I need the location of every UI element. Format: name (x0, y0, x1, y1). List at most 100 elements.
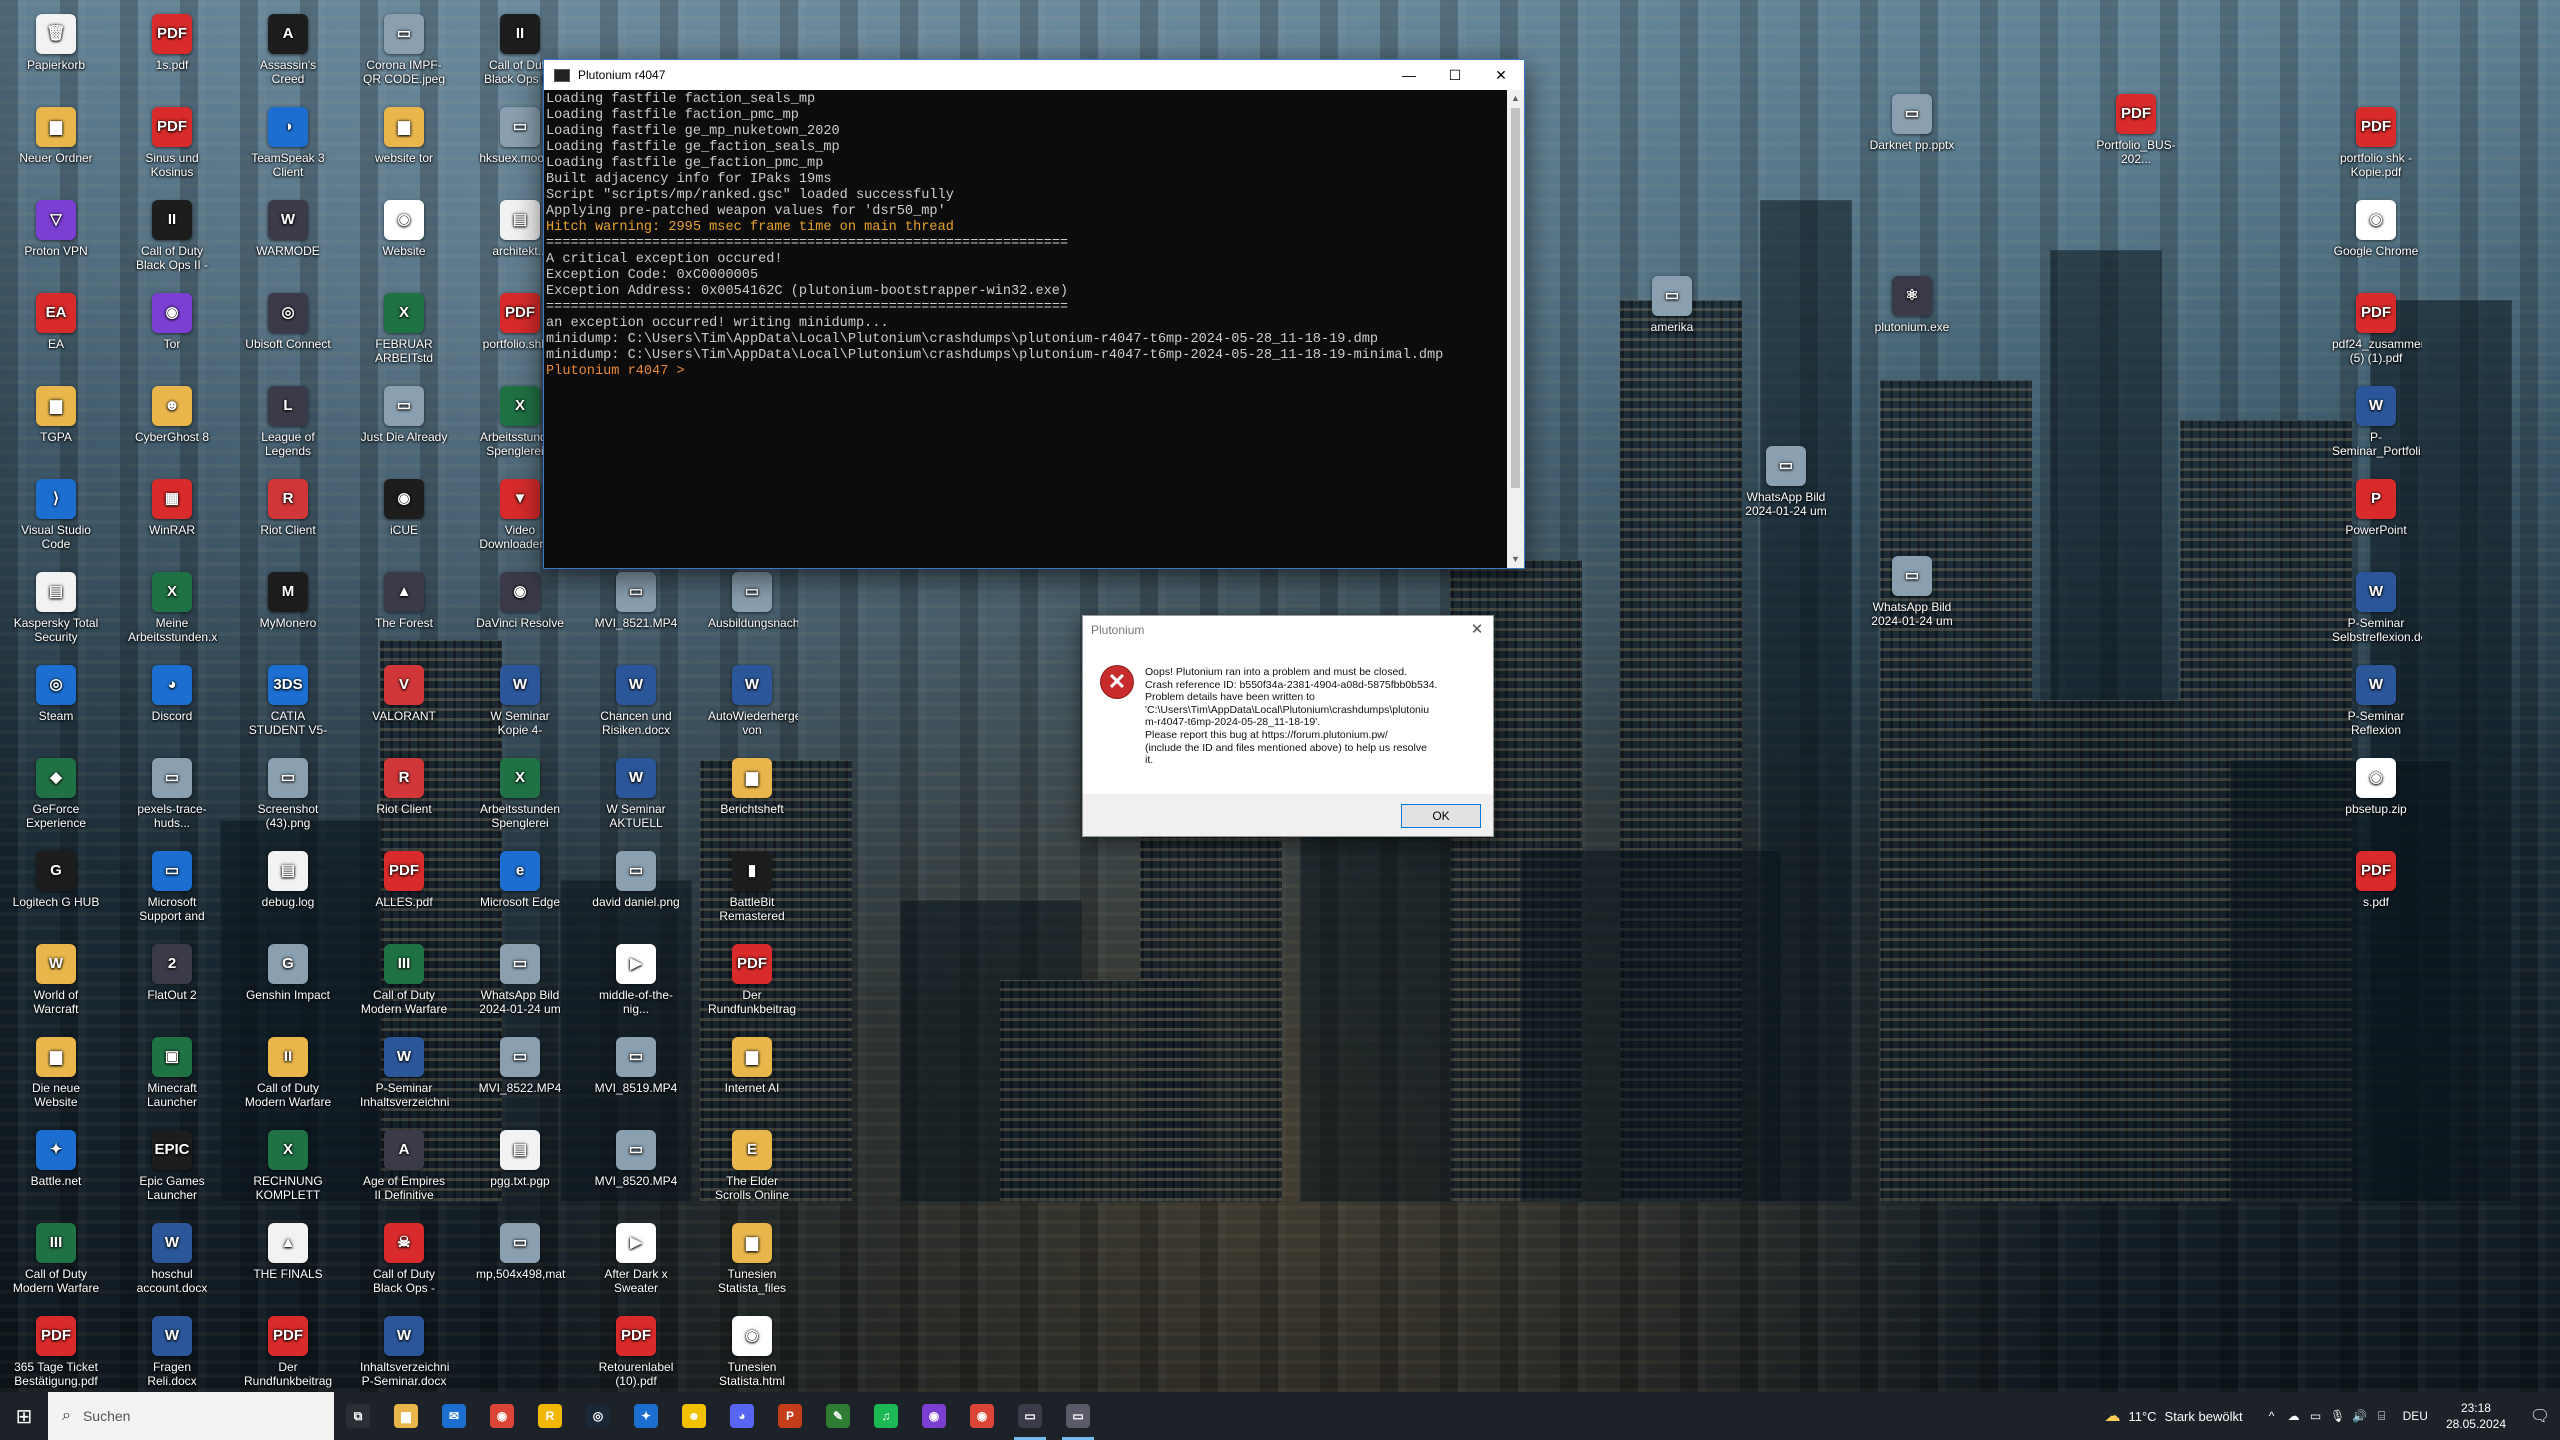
desktop-icon[interactable]: ▆ website tor (358, 101, 450, 193)
desktop-icon[interactable]: ▭ WhatsApp Bild 2024-01-24 um ... (1740, 440, 1832, 532)
onedrive-icon[interactable]: ☁ (2283, 1409, 2305, 1423)
desktop-icon[interactable]: III Call of Duty Modern Warfare 3 - Multi… (10, 1217, 102, 1309)
desktop-icon[interactable]: PDF Der Rundfunkbeitrag Anfrage auf Aufsc… (242, 1310, 334, 1402)
desktop-icon[interactable]: ▮ BattleBit Remastered (706, 845, 798, 937)
desktop-icon[interactable]: A Assassin's Creed Syndicate (242, 8, 334, 100)
desktop-icon[interactable]: ▭ Ausbildungsnachw... (706, 566, 798, 658)
desktop-icon[interactable]: ▆ Berichtsheft (706, 752, 798, 844)
desktop-icon[interactable]: R Riot Client (242, 473, 334, 565)
desktop-icon[interactable]: 2 FlatOut 2 (126, 938, 218, 1030)
clock[interactable]: 23:18 28.05.2024 (2446, 1400, 2506, 1432)
desktop-icon[interactable]: PDF 1s.pdf (126, 8, 218, 100)
desktop-icon[interactable]: ▭ Microsoft Support and Recovery As... (126, 845, 218, 937)
desktop-icon[interactable]: ▭ Screenshot (43).png (242, 752, 334, 844)
desktop-icon[interactable]: ◉ pbsetup.zip (2330, 752, 2422, 844)
desktop-icon[interactable]: W W Seminar Kopie 4-Kopie.odt (474, 659, 566, 751)
desktop-icon[interactable]: ▆ Internet AI (706, 1031, 798, 1123)
desktop-icon[interactable]: ⟩ Visual Studio Code (10, 473, 102, 565)
desktop-icon[interactable]: Whoschul account.docx (126, 1217, 218, 1309)
taskbar-mail-button[interactable]: ✉ (430, 1392, 478, 1440)
desktop-icon[interactable]: ▶ After Dark x Sweater Weather.mp3 (590, 1217, 682, 1309)
desktop-icon[interactable]: ◆ GeForce Experience (10, 752, 102, 844)
desktop-icon[interactable]: M MyMonero (242, 566, 334, 658)
desktop-icon[interactable]: ▭ WhatsApp Bild 2024-01-24 um 1... (1866, 550, 1958, 642)
search-box[interactable]: ⌕ Suchen (48, 1392, 334, 1440)
desktop-icon[interactable]: W P-Seminar_Portfoli... (2330, 380, 2422, 472)
console-output[interactable]: Loading fastfile faction_seals_mp Loading… (544, 90, 1507, 568)
taskbar-chrome-button[interactable]: ◉ (478, 1392, 526, 1440)
desktop-icon[interactable]: ▭ MVI_8519.MP4 (590, 1031, 682, 1123)
taskbar-steam-button[interactable]: ◎ (574, 1392, 622, 1440)
desktop-icon[interactable]: ▭ amerika (1626, 270, 1718, 362)
desktop-icon[interactable]: W W Seminar AKTUELL aktuell.docx (590, 752, 682, 844)
desktop-icon[interactable]: ◉ iCUE (358, 473, 450, 565)
desktop-icon[interactable]: 3DS CATIA STUDENT V5-6R2020 (242, 659, 334, 751)
desktop-icon[interactable]: W P-Seminar Reflexion Messebesuche.docx (2330, 659, 2422, 751)
desktop-icon[interactable]: PDF s.pdf (2330, 845, 2422, 937)
desktop-icon[interactable]: W P-Seminar Inhaltsverzeichnis... (358, 1031, 450, 1123)
microphone-icon[interactable]: 🎙 (2327, 1409, 2349, 1423)
close-button[interactable]: ✕ (1478, 60, 1524, 90)
desktop-icon[interactable]: PDF Der Rundfunkbeitrag Kontakt.pdf (706, 938, 798, 1030)
maximize-button[interactable]: ☐ (1432, 60, 1478, 90)
desktop-icon[interactable]: ▭ MVI_8521.MP4 (590, 566, 682, 658)
minimize-button[interactable]: — (1386, 60, 1432, 90)
taskbar-powerpoint-button[interactable]: P (766, 1392, 814, 1440)
desktop-icon[interactable]: ☠ Call of Duty Black Ops - Multiplayer (358, 1217, 450, 1309)
desktop-icon[interactable]: W Chancen und Risiken.docx (590, 659, 682, 751)
desktop-icon[interactable]: ▭ MVI_8522.MP4 (474, 1031, 566, 1123)
desktop-icon[interactable]: ☻ CyberGhost 8 (126, 380, 218, 472)
desktop-icon[interactable]: ▭ Just Die Already (358, 380, 450, 472)
speaker-icon[interactable]: 🔊 (2349, 1409, 2371, 1423)
ethernet-icon[interactable]: ⌸ (2371, 1409, 2393, 1424)
desktop-icon[interactable]: ▆ TGPA (10, 380, 102, 472)
desktop-icon[interactable]: W P-Seminar Selbstreflexion.docx (2330, 566, 2422, 658)
desktop-icon[interactable]: ▆ Die neue Website (10, 1031, 102, 1123)
desktop-icon[interactable]: ▲ THE FINALS (242, 1217, 334, 1309)
desktop-icon[interactable]: W Inhaltsverzeichnis P-Seminar.docx (358, 1310, 450, 1402)
taskbar-app-green-button[interactable]: ✎ (814, 1392, 862, 1440)
desktop-icon[interactable]: L League of Legends (242, 380, 334, 472)
desktop-icon[interactable]: 🗑 Papierkorb (10, 8, 102, 100)
console-window[interactable]: Plutonium r4047 — ☐ ✕ Loading fastfile f… (543, 59, 1525, 569)
desktop-icon[interactable]: W Fragen Reli.docx (126, 1310, 218, 1402)
weather-widget[interactable]: ☁ 11°C Stark bewölkt (2104, 1406, 2242, 1426)
taskbar-rockstar-button[interactable]: R (526, 1392, 574, 1440)
desktop-icon[interactable]: ▤ Kaspersky Total Security (10, 566, 102, 658)
ok-button[interactable]: OK (1401, 804, 1481, 828)
taskbar-plutonium-console-button[interactable]: ▭ (1006, 1392, 1054, 1440)
console-scrollbar[interactable]: ▲ ▼ (1507, 90, 1524, 568)
desktop-icon[interactable]: ⚛ plutonium.exe (1866, 270, 1958, 362)
desktop-icon[interactable]: ◉ Tor (126, 287, 218, 379)
desktop-icon[interactable]: ▭ WhatsApp Bild 2024-01-24 um 14.... (474, 938, 566, 1030)
desktop-icon[interactable]: ▤ debug.log (242, 845, 334, 937)
desktop-icon[interactable]: PDF 365 Tage Ticket Bestätigung.pdf (10, 1310, 102, 1402)
desktop-icon[interactable]: W AutoWiederhergestel... von Dokument3.as… (706, 659, 798, 751)
desktop-icon[interactable]: ▭ pexels-trace-huds... (126, 752, 218, 844)
desktop-icon[interactable]: III Call of Duty Modern Warfare 3 (358, 938, 450, 1030)
desktop-icon[interactable]: PDF Portfolio_BUS-202... (2090, 88, 2182, 180)
desktop-icon[interactable]: R Riot Client (358, 752, 450, 844)
taskbar-tor-button[interactable]: ◉ (910, 1392, 958, 1440)
desktop-icon[interactable]: ◕ Discord (126, 659, 218, 751)
taskbar-cyberghost-button[interactable]: ☻ (670, 1392, 718, 1440)
start-button[interactable]: ⊞ (0, 1392, 48, 1440)
taskbar-battle-net-button[interactable]: ✦ (622, 1392, 670, 1440)
desktop-icon[interactable]: ▭ Darknet pp.pptx (1866, 88, 1958, 180)
desktop-icon[interactable]: II Call of Duty Modern Warfare 2 - Multip… (242, 1031, 334, 1123)
taskbar-file-explorer-button[interactable]: ▆ (382, 1392, 430, 1440)
desktop-icon[interactable]: ▦ WinRAR (126, 473, 218, 565)
desktop-icon[interactable]: W World of Warcraft (10, 938, 102, 1030)
desktop-icon[interactable]: G Genshin Impact (242, 938, 334, 1030)
desktop-icon[interactable]: ✦ Battle.net (10, 1124, 102, 1216)
chevron-up-icon[interactable]: ^ (2261, 1409, 2283, 1423)
desktop-icon[interactable]: PDF portfolio shk - Kopie.pdf (2330, 101, 2422, 193)
desktop-icon[interactable]: EPIC Epic Games Launcher (126, 1124, 218, 1216)
desktop-icon[interactable]: ▲ The Forest (358, 566, 450, 658)
desktop-icon[interactable]: G Logitech G HUB (10, 845, 102, 937)
desktop-icon[interactable]: ▭ mp,504x498,matte,... (474, 1217, 566, 1309)
desktop-icon[interactable]: e Microsoft Edge (474, 845, 566, 937)
desktop-icon[interactable]: ◎ Ubisoft Connect (242, 287, 334, 379)
scroll-down-arrow-icon[interactable]: ▼ (1507, 551, 1524, 568)
desktop-icon[interactable]: X RECHNUNG KOMPLETT W... (242, 1124, 334, 1216)
